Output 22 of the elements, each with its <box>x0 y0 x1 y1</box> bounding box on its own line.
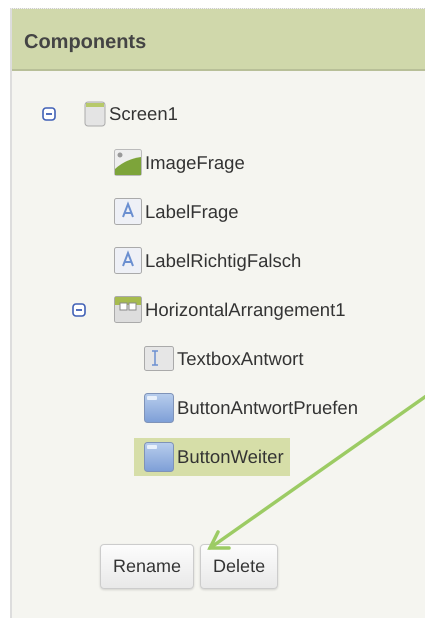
arrangement-icon <box>114 296 142 323</box>
button-icon <box>144 392 174 422</box>
tree-item-label[interactable]: ButtonWeiter <box>177 442 284 470</box>
collapse-icon[interactable] <box>72 302 86 316</box>
textbox-icon <box>144 346 174 371</box>
panel-title: Components <box>24 31 146 53</box>
tree-item-label[interactable]: ButtonAntwortPruefen <box>177 394 358 422</box>
tree-item-label[interactable]: LabelFrage <box>145 198 239 226</box>
button-icon <box>144 442 174 472</box>
tree-item-label[interactable]: TextboxAntwort <box>177 344 304 372</box>
tree-item-label[interactable]: ImageFrage <box>145 148 245 176</box>
selected-tree-item[interactable]: ButtonWeiter <box>134 438 290 476</box>
screen-icon <box>84 100 106 126</box>
tree-item-label[interactable]: Screen1 <box>109 100 178 128</box>
collapse-icon[interactable] <box>42 106 56 120</box>
image-icon <box>114 149 142 176</box>
tree-item-label[interactable]: LabelRichtigFalsch <box>145 246 302 274</box>
rename-button[interactable]: Rename <box>100 544 194 589</box>
label-icon <box>114 247 142 274</box>
label-icon <box>114 198 142 225</box>
delete-button[interactable]: Delete <box>200 544 278 589</box>
tree-item-label[interactable]: HorizontalArrangement1 <box>145 296 346 324</box>
